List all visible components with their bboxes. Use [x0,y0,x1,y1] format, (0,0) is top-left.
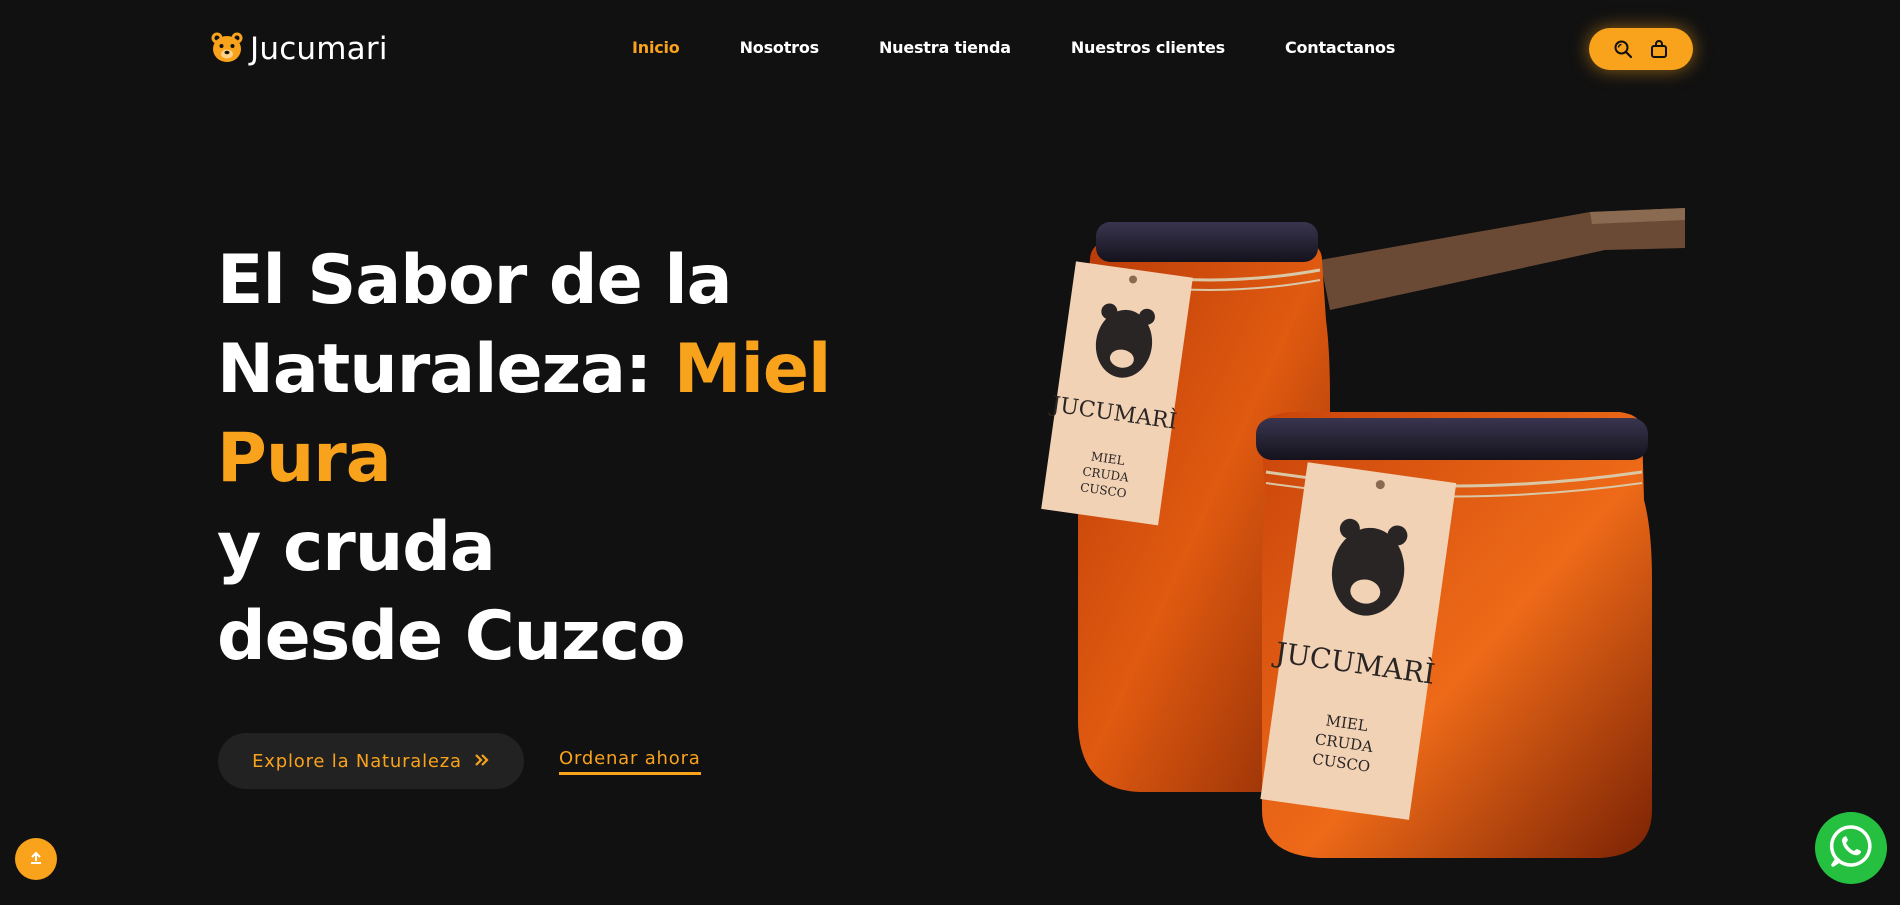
brand-name: Jucumari [250,31,388,67]
hero-title-miel: Miel [673,330,831,409]
nav-item-nosotros[interactable]: Nosotros [740,38,820,57]
honey-jars-image: JUCUMARÌ MIEL CRUDA CUSCO JUCUMARÌ MIEL … [1041,208,1685,858]
double-chevron-right-icon [474,751,490,772]
order-now-link[interactable]: Ordenar ahora [559,748,701,775]
hero-title-naturaleza: Naturaleza: [217,330,674,409]
hero-title-line-1: El Sabor de la [217,241,733,320]
search-icon[interactable] [1613,39,1633,59]
header-actions [1589,28,1693,70]
nav-item-contactanos[interactable]: Contactanos [1285,38,1395,57]
hero-title: El Sabor de la Naturaleza: Miel Pura y c… [217,236,917,681]
nav-item-inicio[interactable]: Inicio [632,38,680,57]
hero-title-line-4: y cruda [217,508,496,587]
whatsapp-icon [1828,823,1874,873]
hero-title-pura: Pura [217,419,392,498]
hero-title-line-5: desde Cuzco [217,597,686,676]
arrow-up-icon [28,849,44,869]
main-nav: Inicio Nosotros Nuestra tienda Nuestros … [632,38,1455,57]
bear-icon [210,30,244,68]
explore-button-label: Explore la Naturaleza [252,750,462,772]
hero-title-line-2: Naturaleza: Miel [217,325,917,414]
nav-item-nuestra-tienda[interactable]: Nuestra tienda [879,38,1011,57]
explore-button[interactable]: Explore la Naturaleza [218,733,524,789]
scroll-top-button[interactable] [15,838,57,880]
brand-logo[interactable]: Jucumari [210,30,388,68]
shopping-bag-icon[interactable] [1649,39,1669,59]
nav-item-nuestros-clientes[interactable]: Nuestros clientes [1071,38,1225,57]
whatsapp-button[interactable] [1815,812,1887,884]
